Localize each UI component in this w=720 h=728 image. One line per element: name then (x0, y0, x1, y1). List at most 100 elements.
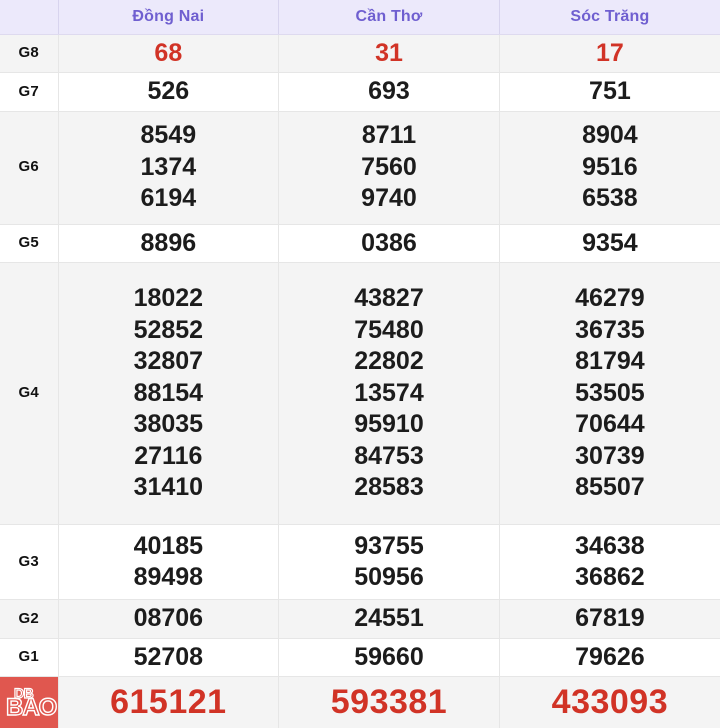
lottery-number: 693 (368, 77, 410, 106)
lottery-number: 81794 (575, 347, 645, 376)
lottery-number: 75480 (354, 315, 424, 344)
number-stack: 93755 50956 (279, 525, 499, 600)
table-body: G8 68 31 17 G7 526 693 751 G6 8549 1374 6194 8711 756… (0, 34, 720, 728)
table-row: G3 40185 89498 93755 50956 34638 36862 (0, 524, 720, 601)
lottery-number: 46279 (575, 284, 645, 313)
number-stack: 34638 36862 (500, 525, 720, 600)
number-stack: 31 (279, 35, 499, 72)
prize-cell: 31 (278, 34, 500, 74)
number-stack: 52708 (59, 639, 279, 676)
lottery-number: 526 (147, 77, 190, 106)
header-row: Đồng Nai Cần Thơ Sóc Trăng (0, 0, 720, 35)
lottery-number: 18022 (133, 284, 204, 313)
lottery-number: 30739 (575, 441, 645, 470)
prize-cell: 67819 (499, 599, 720, 639)
number-stack: 43827 75480 22802 13574 95910 84753 28583 (279, 263, 499, 524)
table-header: Đồng Nai Cần Thơ Sóc Trăng (0, 0, 720, 35)
number-stack: 8711 7560 9740 (279, 112, 499, 224)
lottery-number: 89498 (133, 563, 204, 592)
number-stack: 24551 (279, 600, 499, 637)
table-row: G7 526 693 751 (0, 72, 720, 112)
lottery-number: 43827 (354, 284, 424, 313)
lottery-number: 59660 (354, 642, 424, 671)
lottery-number: 67819 (575, 604, 645, 633)
number-stack: 8549 1374 6194 (59, 112, 279, 224)
lottery-results-table: Đồng Nai Cần Thơ Sóc Trăng G8 68 31 17 G7 526… (0, 0, 720, 728)
table-row: G1 52708 59660 79626 (0, 638, 720, 678)
lottery-number: 28583 (354, 473, 424, 502)
lottery-number: 13574 (354, 378, 424, 407)
number-stack: 8896 (59, 225, 279, 262)
lottery-number: 52852 (133, 315, 204, 344)
prize-cell: 17 (499, 34, 720, 74)
prize-cell: 34638 36862 (499, 524, 720, 601)
number-stack: 9354 (500, 225, 720, 262)
table-row: G6 8549 1374 6194 8711 7560 9740 8904 9516 6538 (0, 111, 720, 225)
prize-cell: 59660 (278, 638, 500, 678)
prize-cell: 9354 (499, 224, 720, 264)
prize-cell: 08706 (58, 599, 280, 639)
lottery-number: 34638 (575, 531, 645, 560)
table-row: G8 68 31 17 (0, 34, 720, 74)
number-stack: 17 (500, 35, 720, 72)
lottery-number: 85507 (575, 473, 645, 502)
lottery-number: 22802 (354, 347, 424, 376)
prize-cell: 8549 1374 6194 (58, 111, 280, 225)
prize-cell: 0386 (278, 224, 500, 264)
header-corner-cell (0, 0, 59, 35)
watermark-cell: DB BAO (0, 676, 59, 728)
prize-cell: 52708 (58, 638, 280, 678)
prize-cell: 8904 9516 6538 (499, 111, 720, 225)
prize-cell: 43827 75480 22802 13574 95910 84753 28583 (278, 262, 500, 525)
special-lottery-number: 433093 (551, 683, 669, 722)
prize-cell: 68 (58, 34, 280, 74)
lottery-number: 8904 (582, 121, 638, 150)
lottery-number: 93755 (354, 531, 424, 560)
prize-label-g4: G4 (0, 262, 59, 525)
prize-cell: 24551 (278, 599, 500, 639)
number-stack: 59660 (279, 639, 499, 676)
prize-cell: 79626 (499, 638, 720, 678)
lottery-number: 40185 (133, 531, 204, 560)
lottery-number: 9516 (582, 152, 638, 181)
watermark-logo: DB BAO (0, 677, 57, 728)
number-stack: 40185 89498 (59, 525, 279, 600)
prize-cell: 18022 52852 32807 88154 38035 27116 31410 (58, 262, 280, 525)
prize-cell: 8711 7560 9740 (278, 111, 500, 225)
lottery-number: 9740 (361, 184, 417, 213)
column-header-dong-nai: Đồng Nai (58, 0, 280, 35)
prize-label-g5: G5 (0, 224, 59, 264)
lottery-number: 8549 (140, 121, 197, 150)
lottery-number: 36735 (575, 315, 645, 344)
lottery-number: 53505 (575, 378, 645, 407)
lottery-number: 31410 (133, 473, 204, 502)
prize-label-g2: G2 (0, 599, 59, 639)
number-stack: 67819 (500, 600, 720, 637)
lottery-number: 36862 (575, 563, 645, 592)
special-prize-cell: 615121 (58, 676, 280, 728)
lottery-number: 8896 (140, 228, 197, 257)
prize-label-g7: G7 (0, 72, 59, 112)
special-prize-cell: 433093 (499, 676, 720, 728)
lottery-number: 08706 (133, 604, 204, 633)
table-row: G5 8896 0386 9354 (0, 224, 720, 264)
lottery-number: 79626 (575, 642, 645, 671)
prize-label-g8: G8 (0, 34, 59, 74)
lottery-number: 0386 (361, 228, 417, 257)
number-stack: 18022 52852 32807 88154 38035 27116 31410 (59, 263, 279, 524)
lottery-number: 7560 (361, 152, 417, 181)
lottery-number: 9354 (582, 228, 638, 257)
lottery-number: 84753 (354, 441, 424, 470)
lottery-number: 52708 (133, 642, 204, 671)
prize-label-g1: G1 (0, 638, 59, 678)
lottery-number: 38035 (133, 410, 204, 439)
prize-label-g3: G3 (0, 524, 59, 601)
table-row: G2 08706 24551 67819 (0, 599, 720, 639)
prize-cell: 40185 89498 (58, 524, 280, 601)
number-stack: 79626 (500, 639, 720, 676)
lottery-number: 31 (375, 38, 403, 67)
lottery-number: 6194 (140, 184, 197, 213)
lottery-number: 32807 (133, 347, 204, 376)
number-stack: 0386 (279, 225, 499, 262)
number-stack: 526 (59, 73, 279, 110)
